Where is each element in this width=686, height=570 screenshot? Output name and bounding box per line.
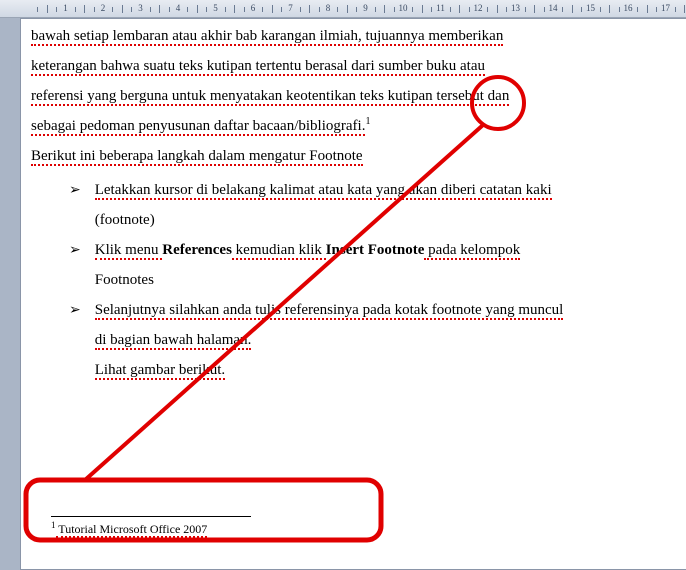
bullet-list: ➢ Letakkan kursor di belakang kalimat at…	[31, 171, 672, 385]
document-page[interactable]: bawah setiap lembaran atau akhir bab kar…	[20, 18, 686, 570]
ruler-number: 5	[213, 3, 218, 13]
paragraph-line[interactable]: bawah setiap lembaran atau akhir bab kar…	[31, 21, 672, 51]
footnote-separator	[51, 516, 251, 517]
ruler-number: 3	[138, 3, 143, 13]
ruler-number: 2	[101, 3, 106, 13]
ruler-number: 14	[549, 3, 558, 13]
list-item[interactable]: ➢ Selanjutnya silahkan anda tulis refere…	[69, 295, 672, 385]
body-text[interactable]: bawah setiap lembaran atau akhir bab kar…	[31, 21, 672, 385]
horizontal-ruler[interactable]: 1234567891011121314151617	[0, 0, 686, 18]
ruler-number: 15	[586, 3, 595, 13]
ruler-number: 1	[63, 3, 68, 13]
ruler-number: 12	[474, 3, 483, 13]
ruler-number: 7	[288, 3, 293, 13]
paragraph-line[interactable]: sebagai pedoman penyusunan daftar bacaan…	[31, 111, 672, 141]
list-item[interactable]: ➢ Klik menu References kemudian klik Ins…	[69, 235, 672, 295]
footnote-text[interactable]: 1 Tutorial Microsoft Office 2007	[51, 520, 670, 537]
ruler-number: 4	[176, 3, 181, 13]
ruler-number: 16	[624, 3, 633, 13]
ruler-number: 13	[511, 3, 520, 13]
ruler-number: 9	[363, 3, 368, 13]
paragraph-line[interactable]: referensi yang berguna untuk menyatakan …	[31, 81, 672, 111]
ruler-number: 8	[326, 3, 331, 13]
ruler-number: 10	[399, 3, 408, 13]
list-item[interactable]: ➢ Letakkan kursor di belakang kalimat at…	[69, 175, 672, 235]
footnote-reference[interactable]: 1	[365, 116, 370, 127]
paragraph-line[interactable]: keterangan bahwa suatu teks kutipan tert…	[31, 51, 672, 81]
bullet-icon: ➢	[69, 295, 81, 324]
bullet-icon: ➢	[69, 175, 81, 204]
ruler-number: 6	[251, 3, 256, 13]
ruler-number: 11	[436, 3, 445, 13]
footnote-area[interactable]: 1 Tutorial Microsoft Office 2007	[51, 516, 670, 537]
ruler-number: 17	[661, 3, 670, 13]
bullet-icon: ➢	[69, 235, 81, 264]
paragraph-line[interactable]: Berikut ini beberapa langkah dalam menga…	[31, 141, 672, 171]
